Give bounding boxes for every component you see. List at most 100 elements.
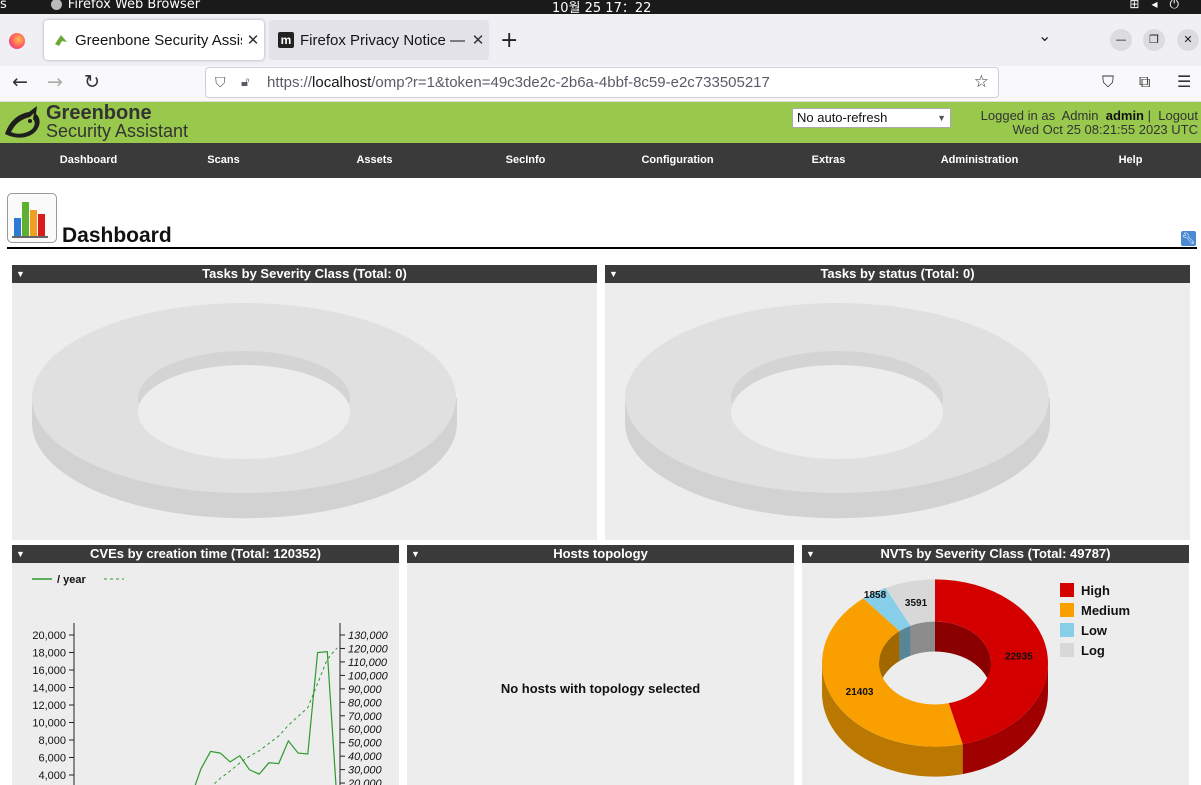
restore-icon[interactable]: ❐ xyxy=(1143,29,1165,51)
close-tab-icon[interactable]: ✕ xyxy=(242,31,264,49)
legend-swatch xyxy=(1060,603,1074,617)
panel-hosts-topology: ▼ Hosts topology No hosts with topology s… xyxy=(407,545,794,785)
panel-title: ▼ NVTs by Severity Class (Total: 49787) xyxy=(802,545,1189,563)
menu-secinfo[interactable]: SecInfo xyxy=(450,143,601,178)
series-cumulative-line xyxy=(212,647,338,785)
bookmark-star-icon[interactable]: ☆ xyxy=(974,72,989,92)
left-tick-label: 4,000 xyxy=(38,770,66,782)
panel-nvts-severity: ▼ NVTs by Severity Class (Total: 49787) 2… xyxy=(802,545,1189,785)
menu-dashboard[interactable]: Dashboard xyxy=(13,143,164,178)
data-label-medium: 21403 xyxy=(846,687,874,698)
extensions-icon[interactable]: ⧉ xyxy=(1139,72,1150,92)
mozilla-favicon-icon: m xyxy=(278,32,294,48)
auto-refresh-select[interactable]: No auto-refresh ▼ xyxy=(792,108,951,128)
dashboard-chart-icon xyxy=(7,193,57,243)
logo-subtitle: Security Assistant xyxy=(46,121,189,141)
left-tick-label: 12,000 xyxy=(32,700,66,712)
right-tick-label: 20,000 xyxy=(347,778,383,785)
legend-low: Low xyxy=(1060,623,1107,638)
header-datetime: Wed Oct 25 08:21:55 2023 UTC xyxy=(1012,122,1198,137)
system-tray[interactable]: ⊞◂⏻ xyxy=(1129,0,1191,12)
list-tabs-chevron-down-icon[interactable]: ⌄ xyxy=(1038,26,1051,45)
left-tick-label: 18,000 xyxy=(32,648,66,660)
legend-label: / year xyxy=(57,574,86,586)
right-tick-label: 110,000 xyxy=(348,657,388,669)
lock-warning-icon[interactable]: 🔓︎ xyxy=(241,74,249,90)
menu-help[interactable]: Help xyxy=(1055,143,1201,178)
edit-dashboard-wrench-icon[interactable]: 🔧︎ xyxy=(1181,231,1196,246)
menu-scans[interactable]: Scans xyxy=(148,143,299,178)
tab-label: Greenbone Security Assistant xyxy=(75,31,242,49)
back-arrow-icon[interactable]: ← xyxy=(12,71,28,93)
tab-strip: Greenbone Security Assistant ✕ m Firefox… xyxy=(0,14,1201,66)
system-app-menu[interactable]: s Firefox Web Browser xyxy=(0,0,200,12)
right-tick-label: 40,000 xyxy=(348,751,383,763)
logout-link[interactable]: Logout xyxy=(1158,108,1198,123)
menu-administration[interactable]: Administration xyxy=(904,143,1055,178)
tab-label: Firefox Privacy Notice — Mozilla xyxy=(300,31,467,49)
left-tick-label: 6,000 xyxy=(38,753,66,765)
menu-configuration[interactable]: Configuration xyxy=(602,143,753,178)
right-tick-label: 30,000 xyxy=(348,765,383,777)
legend-swatch xyxy=(1060,583,1074,597)
panel-collapse-triangle-icon[interactable]: ▼ xyxy=(16,265,25,283)
panel-collapse-triangle-icon[interactable]: ▼ xyxy=(806,545,815,563)
panel-collapse-triangle-icon[interactable]: ▼ xyxy=(411,545,420,563)
chevron-down-icon: ▼ xyxy=(937,113,946,123)
right-tick-label: 80,000 xyxy=(348,697,383,709)
menu-assets[interactable]: Assets xyxy=(299,143,450,178)
tab-greenbone[interactable]: Greenbone Security Assistant ✕ xyxy=(44,20,264,60)
network-icon[interactable]: ⊞ xyxy=(1129,0,1151,11)
url-text[interactable]: https://localhost/omp?r=1&token=49c3de2c… xyxy=(267,74,770,91)
legend-swatch xyxy=(1060,623,1074,637)
title-divider xyxy=(7,247,1197,249)
panel-title: ▼ Hosts topology xyxy=(407,545,794,563)
reload-icon[interactable]: ↻ xyxy=(84,71,100,93)
data-label-log: 3591 xyxy=(905,598,928,609)
navigation-toolbar: ← → ↻ ⛉ 🔓︎ https://localhost/omp?r=1&tok… xyxy=(0,66,1201,102)
no-hosts-message: No hosts with topology selected xyxy=(500,681,701,696)
url-bar[interactable]: ⛉ 🔓︎ https://localhost/omp?r=1&token=49c… xyxy=(205,67,999,98)
empty-donut-chart xyxy=(32,303,457,519)
power-icon[interactable]: ⏻ xyxy=(1170,0,1192,11)
system-top-bar: s Firefox Web Browser 10월 25 17：22 ⊞◂⏻ xyxy=(0,0,1201,16)
left-tick-label: 14,000 xyxy=(32,683,66,695)
greenbone-favicon-icon xyxy=(55,35,67,46)
pocket-icon[interactable]: ⛉ xyxy=(1102,72,1114,92)
gsa-header: Greenbone Security Assistant No auto-ref… xyxy=(0,102,1201,143)
menu-extras[interactable]: Extras xyxy=(753,143,904,178)
volume-icon[interactable]: ◂ xyxy=(1151,0,1169,11)
left-tick-label: 20,000 xyxy=(32,630,66,642)
panel-title: ▼ Tasks by Severity Class (Total: 0) xyxy=(12,265,597,283)
series-per-year-line xyxy=(194,650,337,785)
new-tab-plus-icon[interactable]: + xyxy=(500,28,518,53)
panel-collapse-triangle-icon[interactable]: ▼ xyxy=(16,545,25,563)
close-tab-icon[interactable]: ✕ xyxy=(467,31,489,49)
role-link[interactable]: Admin xyxy=(1062,108,1099,123)
left-tick-label: 8,000 xyxy=(38,735,66,747)
left-tick-label: 10,000 xyxy=(32,718,66,730)
empty-donut-chart xyxy=(625,303,1050,519)
tab-privacy-notice[interactable]: m Firefox Privacy Notice — Mozilla ✕ xyxy=(269,20,489,60)
right-tick-label: 50,000 xyxy=(348,738,383,750)
greenbone-dragon-logo-icon[interactable] xyxy=(3,104,43,142)
page-title: Dashboard xyxy=(62,224,172,247)
nvt-donut-chart: 22935 21403 1858 3591 xyxy=(822,579,1048,777)
slice-inner-wall-low xyxy=(899,625,911,661)
slice-inner-wall-log xyxy=(910,621,935,656)
legend-medium: Medium xyxy=(1060,603,1130,618)
panel-collapse-triangle-icon[interactable]: ▼ xyxy=(609,265,618,283)
legend-swatch xyxy=(1060,643,1074,657)
minimize-icon[interactable]: — xyxy=(1110,29,1132,51)
firefox-view-icon[interactable] xyxy=(9,33,25,49)
close-window-icon[interactable]: ✕ xyxy=(1177,29,1199,51)
forward-arrow-icon[interactable]: → xyxy=(47,71,63,93)
hamburger-menu-icon[interactable]: ☰ xyxy=(1177,72,1191,91)
right-tick-label: 100,000 xyxy=(348,670,389,682)
right-tick-label: 60,000 xyxy=(348,724,383,736)
user-link[interactable]: admin xyxy=(1106,108,1144,123)
panel-tasks-status: ▼ Tasks by status (Total: 0) xyxy=(605,265,1190,540)
tracking-shield-icon[interactable]: ⛉ xyxy=(215,74,226,91)
data-label-high: 22935 xyxy=(1005,651,1033,662)
right-tick-label: 70,000 xyxy=(348,711,383,723)
